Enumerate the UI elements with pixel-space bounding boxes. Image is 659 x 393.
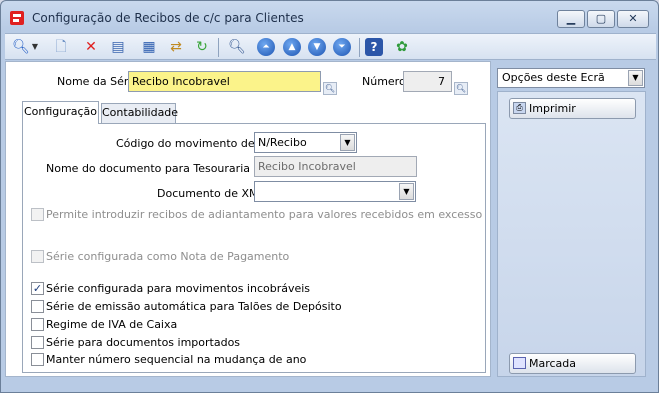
adiantamento-checkbox[interactable]	[31, 208, 44, 221]
window-title: Configuração de Recibos de c/c para Clie…	[32, 11, 304, 25]
toolbar-separator	[218, 38, 219, 57]
preview-icon[interactable]: 🔍︎	[227, 37, 247, 57]
first-record-icon[interactable]: ⏶	[257, 38, 275, 56]
search-icon[interactable]: 🔍︎	[11, 37, 31, 57]
title-bar: Configuração de Recibos de c/c para Clie…	[1, 1, 658, 33]
iva-caixa-checkbox[interactable]	[31, 318, 44, 331]
chevron-down-icon[interactable]: ▼	[399, 183, 414, 200]
toolbar: 🔍︎ ▼ 🗋 ✕ ▤ ▦ ⇄ ↻ 🔍︎ ⏶ ▲ ▼ ⏷ ? ✿	[5, 33, 656, 60]
numero-label: Número	[362, 75, 406, 88]
nota-pagamento-checkbox[interactable]	[31, 250, 44, 263]
numero-lookup-icon[interactable]: 🔍︎	[454, 82, 468, 95]
serie-lookup-icon[interactable]: 🔍︎	[323, 82, 337, 95]
codigo-movimento-value: N/Recibo	[258, 136, 307, 149]
toolbar-separator	[359, 38, 360, 57]
nome-documento-label: Nome do documento para Tesouraria Real	[46, 162, 278, 175]
documento-xml-select[interactable]: ▼	[254, 181, 416, 202]
printer-icon: ⎙	[513, 102, 526, 114]
checkbox-icon	[513, 357, 526, 369]
new-document-icon[interactable]: 🗋	[51, 37, 71, 57]
imprimir-button[interactable]: ⎙ Imprimir	[509, 98, 636, 119]
nota-pagamento-label: Série configurada como Nota de Pagamento	[46, 250, 290, 263]
importados-checkbox[interactable]	[31, 336, 44, 349]
taloes-deposito-checkbox[interactable]	[31, 300, 44, 313]
help-icon[interactable]: ?	[365, 38, 383, 56]
serie-label: Nome da Série	[57, 75, 139, 88]
main-window: Configuração de Recibos de c/c para Clie…	[0, 0, 659, 393]
options-panel: ⎙ Imprimir Marcada	[497, 91, 646, 377]
numero-sequencial-label: Manter número sequencial na mudança de a…	[46, 353, 307, 366]
form-panel: Nome da Série Recibo Incobravel 🔍︎ Númer…	[5, 61, 491, 377]
minimize-button[interactable]: ▁	[557, 10, 585, 28]
imprimir-label: Imprimir	[529, 102, 576, 115]
options-icon[interactable]: ✿	[392, 37, 412, 57]
importados-label: Série para documentos importados	[46, 336, 241, 349]
screen-options-label: Opções deste Ecrã	[502, 71, 605, 84]
delete-icon[interactable]: ✕	[81, 37, 101, 57]
taloes-deposito-label: Série de emissão automática para Talões …	[46, 300, 342, 313]
tab-configuracao[interactable]: Configuração	[22, 101, 99, 124]
refresh-icon[interactable]: ↻	[192, 37, 212, 57]
chevron-down-icon[interactable]: ▼	[340, 134, 355, 151]
marcada-button[interactable]: Marcada	[509, 353, 636, 374]
chevron-down-icon[interactable]: ▼	[628, 70, 643, 86]
numero-sequencial-checkbox[interactable]	[31, 353, 44, 366]
options-sidebar: Opções deste Ecrã ▼ ⎙ Imprimir Marcada	[497, 61, 646, 377]
adiantamento-label: Permite introduzir recibos de adiantamen…	[46, 208, 483, 221]
numero-input[interactable]: 7	[403, 71, 452, 92]
properties-icon[interactable]: ▤	[108, 37, 128, 57]
dropdown-arrow-icon[interactable]: ▼	[29, 37, 41, 57]
next-record-icon[interactable]: ▼	[308, 38, 326, 56]
screen-options-select[interactable]: Opções deste Ecrã ▼	[497, 68, 645, 88]
tab-contabilidade[interactable]: Contabilidade	[101, 103, 178, 123]
grid-icon[interactable]: ▦	[139, 37, 159, 57]
serie-name-input[interactable]: Recibo Incobravel	[128, 71, 321, 92]
configuracao-tab-panel: Código do movimento de c/c N/Recibo ▼ No…	[22, 123, 486, 373]
nome-documento-input[interactable]: Recibo Incobravel	[254, 156, 417, 177]
incobraveis-label: Série configurada para movimentos incobr…	[46, 282, 311, 295]
marcada-label: Marcada	[529, 357, 577, 370]
maximize-button[interactable]: ▢	[587, 10, 615, 28]
import-icon[interactable]: ⇄	[166, 37, 186, 57]
app-logo-icon	[10, 11, 24, 25]
last-record-icon[interactable]: ⏷	[333, 38, 351, 56]
previous-record-icon[interactable]: ▲	[283, 38, 301, 56]
codigo-movimento-label: Código do movimento de c/c	[116, 137, 274, 150]
iva-caixa-label: Regime de IVA de Caixa	[46, 318, 178, 331]
incobraveis-checkbox[interactable]: ✓	[31, 282, 44, 295]
close-button[interactable]: ✕	[617, 10, 649, 28]
codigo-movimento-select[interactable]: N/Recibo ▼	[254, 132, 357, 153]
documento-xml-label: Documento de XML	[157, 187, 265, 200]
